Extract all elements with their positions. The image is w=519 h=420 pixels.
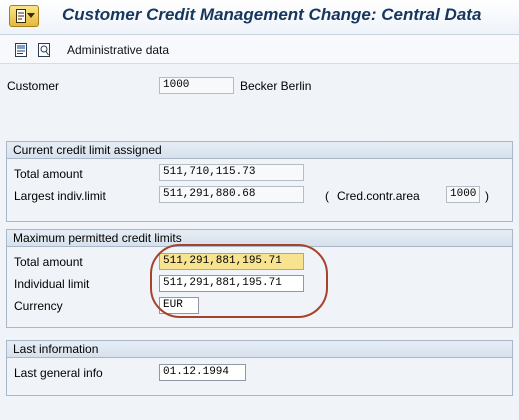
last-information-heading: Last information <box>7 341 512 358</box>
individual-limit-label: Individual limit <box>14 277 90 291</box>
max-total-label: Total amount <box>14 255 83 269</box>
currency-field[interactable]: EUR <box>159 297 199 314</box>
paren-open: ( <box>325 189 329 203</box>
customer-label: Customer <box>7 79 60 93</box>
largest-limit-label: Largest indiv.limit <box>14 189 106 203</box>
title-bar: Customer Credit Management Change: Centr… <box>0 0 519 35</box>
customer-number-field[interactable]: 1000 <box>159 77 234 94</box>
application-toolbar: Administrative data <box>0 35 519 64</box>
administrative-data-button[interactable]: Administrative data <box>67 43 169 57</box>
current-total-label: Total amount <box>14 167 83 181</box>
currency-label: Currency <box>14 299 63 313</box>
cred-contr-area-field[interactable]: 1000 <box>446 186 480 203</box>
paren-close: ) <box>485 189 489 203</box>
current-credit-limit-heading: Current credit limit assigned <box>7 142 512 159</box>
app-menu-icon[interactable] <box>9 5 39 27</box>
cred-contr-area-label: Cred.contr.area <box>337 189 420 203</box>
last-general-info-label: Last general info <box>14 366 103 380</box>
current-total-field[interactable]: 511,710,115.73 <box>159 164 304 181</box>
other-object-icon[interactable] <box>38 43 50 57</box>
display-change-icon[interactable] <box>15 43 27 57</box>
max-total-field[interactable]: 511,291,881,195.71 <box>159 253 304 270</box>
customer-name: Becker Berlin <box>240 79 312 93</box>
current-credit-limit-group: Current credit limit assigned <box>6 141 513 222</box>
page-title: Customer Credit Management Change: Centr… <box>62 5 482 24</box>
largest-limit-field[interactable]: 511,291,880.68 <box>159 186 304 203</box>
individual-limit-field[interactable]: 511,291,881,195.71 <box>159 275 304 292</box>
max-credit-limits-heading: Maximum permitted credit limits <box>7 230 512 247</box>
last-general-info-field[interactable]: 01.12.1994 <box>159 364 246 381</box>
